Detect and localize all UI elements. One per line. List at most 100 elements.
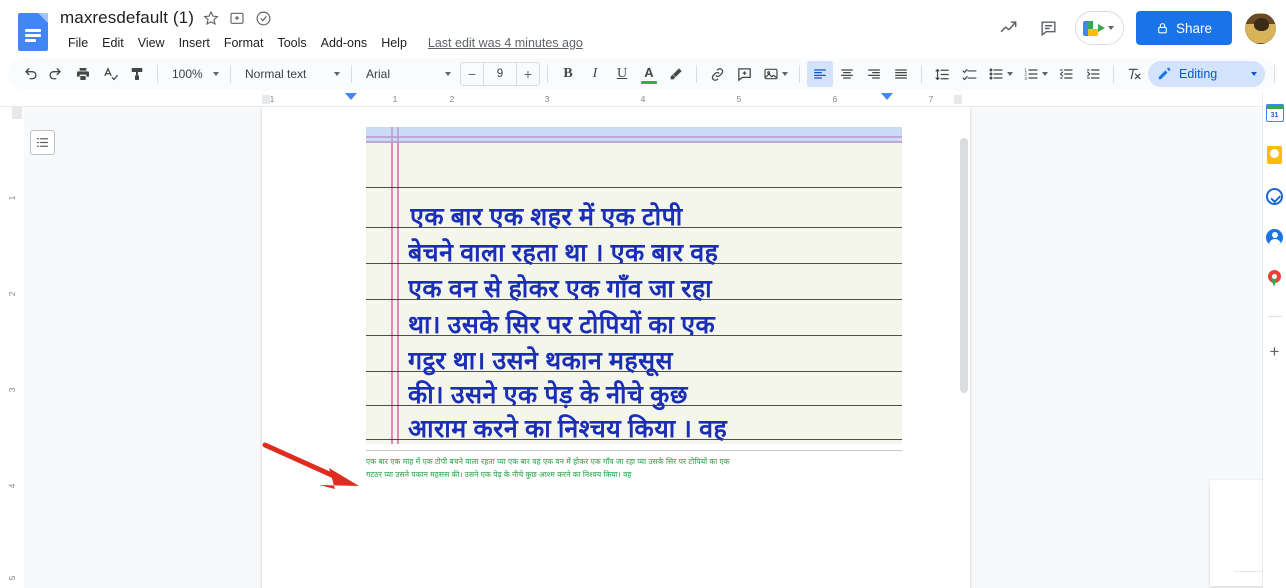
calendar-icon[interactable]: 31: [1265, 104, 1284, 122]
cloud-saved-icon[interactable]: [255, 10, 272, 27]
document-page[interactable]: एक बार एक शहर में एक टोपी बेचने वाला रहत…: [262, 108, 1262, 588]
ruler-number: 4: [640, 94, 646, 104]
red-pointer-arrow: [262, 442, 359, 489]
ruler-number: 3: [544, 94, 550, 104]
horizontal-ruler[interactable]: 1 1 2 3 4 5 6 7: [0, 92, 1262, 107]
toolbar-divider: [1113, 65, 1114, 83]
text-color-letter: A: [644, 64, 654, 80]
menu-insert[interactable]: Insert: [172, 34, 217, 52]
activity-trend-icon[interactable]: [991, 10, 1027, 46]
add-addon-button[interactable]: +: [1270, 343, 1280, 360]
comment-history-icon[interactable]: [1031, 10, 1067, 46]
handwriting-line: की। उसने एक पेड़ के नीचे कुछ: [408, 382, 688, 409]
align-justify-icon[interactable]: [888, 61, 914, 87]
menu-edit[interactable]: Edit: [95, 34, 131, 52]
font-family-value: Arial: [366, 67, 391, 81]
star-icon[interactable]: [203, 10, 220, 27]
toolbar-divider: [547, 65, 548, 83]
avatar[interactable]: [1245, 12, 1276, 44]
keep-icon[interactable]: [1267, 146, 1282, 164]
align-center-icon[interactable]: [834, 61, 860, 87]
text-color-button[interactable]: A: [636, 61, 662, 87]
align-left-icon[interactable]: [807, 61, 833, 87]
last-edit-link[interactable]: Last edit was 4 minutes ago: [428, 36, 583, 50]
checklist-icon[interactable]: [956, 61, 982, 87]
toolbar-divider: [799, 65, 800, 83]
maps-icon[interactable]: [1268, 270, 1281, 288]
clear-formatting-icon[interactable]: [1121, 61, 1147, 87]
share-button[interactable]: Share: [1135, 11, 1232, 45]
text-color-swatch: [641, 81, 657, 84]
app-header: maxresdefault (1) File Edit View Insert …: [0, 0, 1286, 58]
move-to-folder-icon[interactable]: [229, 10, 246, 27]
bulleted-list-icon[interactable]: [983, 61, 1017, 87]
header-actions: Share: [991, 10, 1276, 46]
ruler-number: 7: [928, 94, 934, 104]
menu-tools[interactable]: Tools: [270, 34, 313, 52]
chevron-down-icon: [1006, 72, 1013, 76]
redo-icon[interactable]: [43, 61, 69, 87]
handwriting-line: एक बार एक शहर में एक टोपी: [410, 204, 683, 231]
handwriting-line: आराम करने का निश्चय किया । वह: [408, 416, 728, 443]
undo-icon[interactable]: [16, 61, 42, 87]
right-side-panel: 31 +: [1262, 92, 1286, 588]
insert-image-icon[interactable]: [758, 61, 792, 87]
ruler-track: 1 1 2 3 4 5 6 7: [262, 92, 962, 107]
document-title[interactable]: maxresdefault (1): [60, 8, 194, 28]
vertical-ruler[interactable]: 1 2 3 4 5: [7, 107, 24, 588]
menu-add-ons[interactable]: Add-ons: [314, 34, 375, 52]
toolbar-divider: [351, 65, 352, 83]
increase-indent-icon[interactable]: [1080, 61, 1106, 87]
highlight-pen-icon[interactable]: [663, 61, 689, 87]
paragraph-style-dropdown[interactable]: Normal text: [238, 62, 344, 86]
pencil-icon: [1158, 67, 1171, 80]
share-label: Share: [1175, 20, 1212, 36]
add-comment-icon[interactable]: [731, 61, 757, 87]
vertical-scrollbar[interactable]: [960, 138, 968, 393]
decrease-indent-icon[interactable]: [1053, 61, 1079, 87]
ruler-number: 2: [7, 291, 17, 297]
paint-format-icon[interactable]: [124, 61, 150, 87]
chevron-down-icon: [213, 72, 219, 76]
menu-help[interactable]: Help: [374, 34, 414, 52]
menu-file[interactable]: File: [61, 34, 95, 52]
document-outline-icon[interactable]: [30, 130, 55, 155]
numbered-list-icon[interactable]: 123: [1018, 61, 1052, 87]
print-icon[interactable]: [70, 61, 96, 87]
chevron-down-icon: [445, 72, 451, 76]
document-workspace: एक बार एक शहर में एक टोपी बेचने वाला रहत…: [24, 108, 1262, 588]
left-indent-marker[interactable]: [345, 93, 357, 100]
zoom-dropdown[interactable]: 100%: [165, 62, 223, 86]
font-size-stepper: − 9 +: [460, 62, 540, 86]
right-indent-marker[interactable]: [881, 93, 893, 100]
toolbar-divider: [1274, 65, 1276, 83]
line-spacing-icon[interactable]: [929, 61, 955, 87]
mode-dropdown[interactable]: Editing: [1148, 61, 1266, 87]
meet-button[interactable]: [1074, 11, 1124, 45]
insert-link-icon[interactable]: [704, 61, 730, 87]
handwriting-line: गट्ठर था। उसने थकान महसूस: [408, 348, 673, 375]
spellcheck-icon[interactable]: [97, 61, 123, 87]
document-page-next[interactable]: [1210, 480, 1262, 586]
menu-format[interactable]: Format: [217, 34, 271, 52]
bold-button[interactable]: B: [555, 61, 581, 87]
handwriting-line: एक वन से होकर एक गाँव जा रहा: [408, 276, 713, 303]
underline-button[interactable]: U: [609, 61, 635, 87]
font-family-dropdown[interactable]: Arial: [359, 62, 455, 86]
handwriting-image[interactable]: एक बार एक शहर में एक टोपी बेचने वाला रहत…: [366, 127, 902, 444]
menu-view[interactable]: View: [131, 34, 172, 52]
italic-button[interactable]: I: [582, 61, 608, 87]
svg-text:3: 3: [1024, 76, 1027, 81]
font-size-decrease[interactable]: −: [461, 63, 483, 85]
ruler-number: 1: [392, 94, 398, 104]
contacts-icon[interactable]: [1266, 229, 1283, 246]
font-size-input[interactable]: 9: [483, 63, 517, 85]
transcribed-paragraph[interactable]: एक बार एक माह में एक टोपी बचने वाला रहता…: [366, 450, 902, 482]
ruler-number: 3: [7, 387, 17, 393]
align-right-icon[interactable]: [861, 61, 887, 87]
toolbar-divider: [157, 65, 158, 83]
lock-icon: [1158, 22, 1167, 33]
tasks-icon[interactable]: [1266, 188, 1283, 205]
mode-label: Editing: [1179, 67, 1218, 81]
font-size-increase[interactable]: +: [517, 63, 539, 85]
